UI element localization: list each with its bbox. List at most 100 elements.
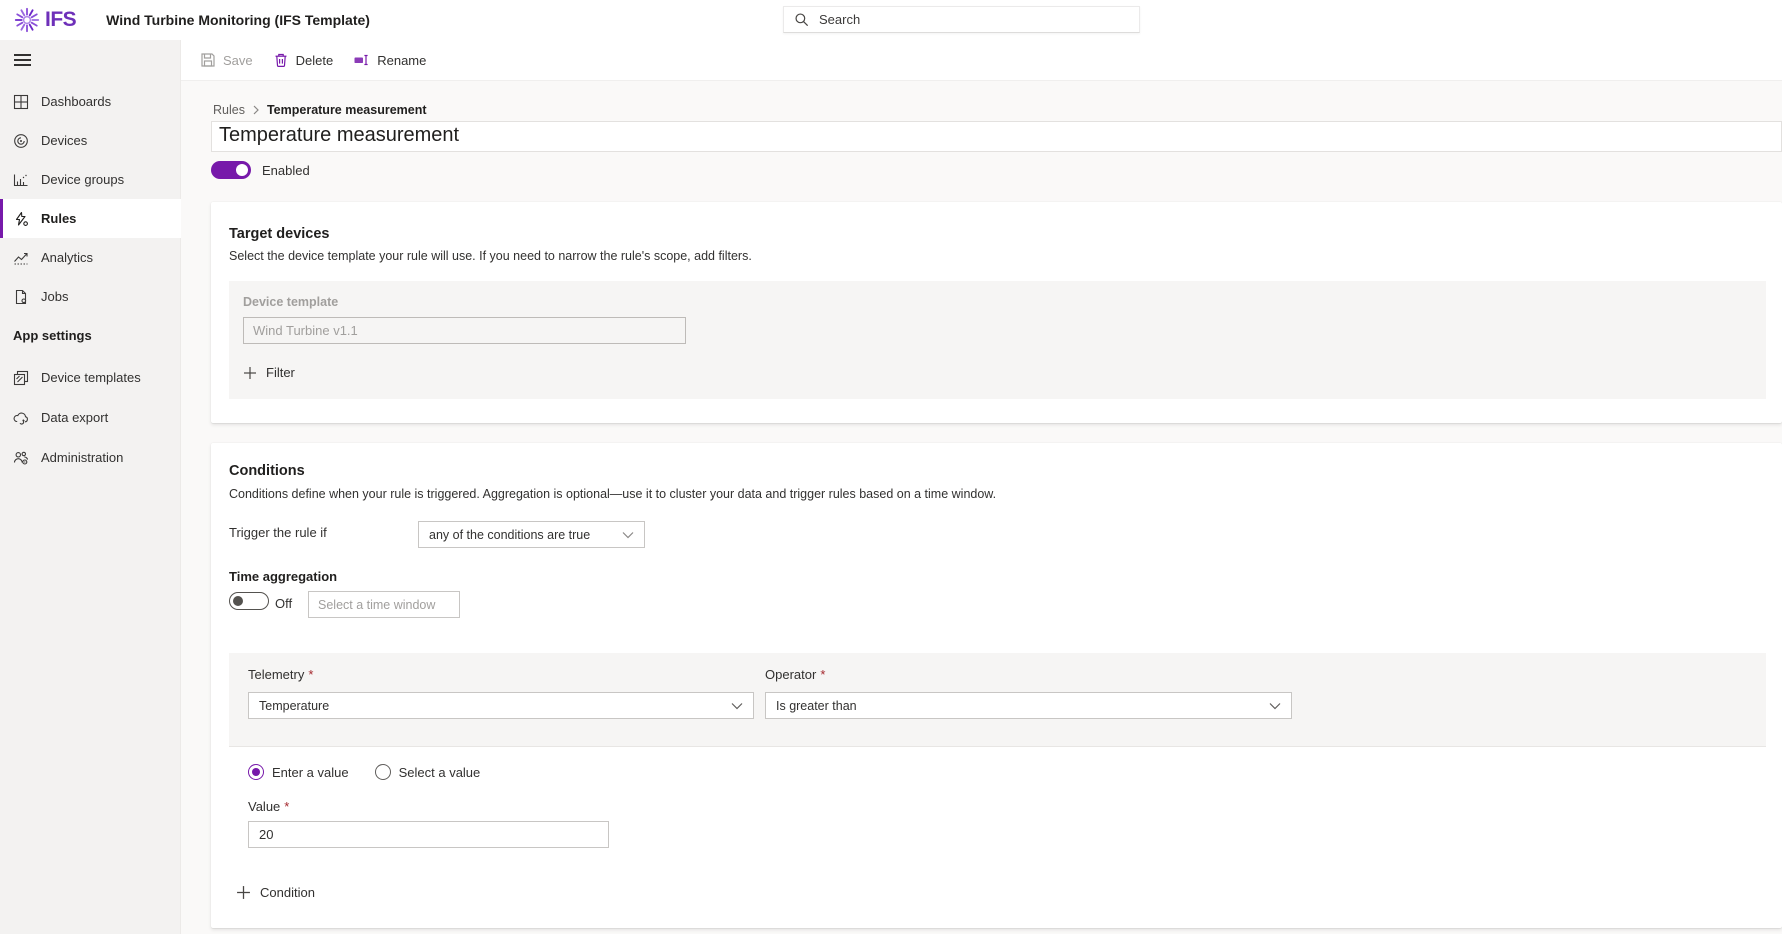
chevron-down-icon (1269, 702, 1281, 710)
analytics-icon (13, 250, 29, 266)
ifs-logo-icon (12, 5, 42, 35)
sidebar-item-label: Analytics (41, 250, 93, 265)
add-filter-button[interactable]: Filter (243, 365, 295, 380)
main-content: Rules Temperature measurement Enabled Ta… (181, 81, 1782, 934)
save-label: Save (223, 53, 253, 68)
trigger-rule-label: Trigger the rule if (229, 525, 327, 540)
target-devices-description: Select the device template your rule wil… (229, 249, 752, 263)
app-title: Wind Turbine Monitoring (IFS Template) (106, 12, 370, 28)
operator-dropdown[interactable]: Is greater than (765, 692, 1292, 719)
sidebar-item-jobs[interactable]: Jobs (0, 277, 181, 316)
data-export-icon (13, 410, 29, 426)
sidebar-item-analytics[interactable]: Analytics (0, 238, 181, 277)
delete-button[interactable]: Delete (263, 47, 344, 73)
operator-label: Operator* (765, 667, 825, 682)
breadcrumb-current: Temperature measurement (267, 103, 427, 117)
administration-icon (13, 450, 29, 466)
sidebar-item-label: Device templates (41, 370, 141, 385)
value-label: Value* (248, 799, 289, 814)
condition-block: Telemetry* Temperature Operator* Is grea… (229, 653, 1766, 868)
value-input[interactable] (248, 821, 609, 848)
enabled-label: Enabled (262, 163, 310, 178)
sidebar-item-rules[interactable]: Rules (0, 199, 181, 238)
device-groups-icon (13, 172, 29, 188)
save-button[interactable]: Save (190, 47, 263, 73)
add-filter-label: Filter (266, 365, 295, 380)
sidebar-item-devices[interactable]: Devices (0, 121, 181, 160)
time-aggregation-label: Time aggregation (229, 569, 337, 584)
breadcrumb-separator-icon (252, 105, 260, 115)
enter-value-label: Enter a value (272, 765, 349, 780)
enabled-toggle[interactable] (211, 161, 251, 179)
select-value-radio[interactable]: Select a value (375, 764, 481, 780)
value-mode-radio-group: Enter a value Select a value (248, 764, 480, 780)
device-template-label: Device template (243, 295, 338, 309)
telemetry-value: Temperature (259, 699, 329, 713)
rename-button[interactable]: Rename (343, 47, 436, 73)
device-template-input (243, 317, 686, 344)
search-icon (794, 12, 809, 27)
delete-icon (273, 52, 289, 68)
search-input[interactable] (817, 11, 1139, 28)
chevron-down-icon (731, 702, 743, 710)
select-value-label: Select a value (399, 765, 481, 780)
telemetry-label: Telemetry* (248, 667, 313, 682)
required-asterisk: * (820, 667, 825, 682)
conditions-title: Conditions (229, 463, 305, 479)
time-aggregation-toggle[interactable] (229, 592, 269, 610)
breadcrumb: Rules Temperature measurement (213, 103, 427, 117)
target-devices-title: Target devices (229, 226, 329, 242)
add-condition-button[interactable]: Condition (236, 885, 315, 900)
page-toolbar: Save Delete Rename (181, 40, 1782, 81)
sidebar-item-device-groups[interactable]: Device groups (0, 160, 181, 199)
search-box[interactable] (783, 6, 1140, 33)
rename-label: Rename (377, 53, 426, 68)
sidebar-item-label: Dashboards (41, 94, 111, 109)
dashboards-icon (13, 94, 29, 110)
save-icon (200, 52, 216, 68)
telemetry-dropdown[interactable]: Temperature (248, 692, 754, 719)
sidebar-item-label: Device groups (41, 172, 124, 187)
plus-icon (243, 366, 257, 380)
operator-value: Is greater than (776, 699, 857, 713)
brand-name: IFS (45, 8, 76, 32)
sidebar-item-label: Data export (41, 410, 108, 425)
trigger-condition-dropdown[interactable]: any of the conditions are true (418, 521, 645, 548)
devices-icon (13, 133, 29, 149)
device-template-panel: Device template Filter (229, 281, 1766, 399)
enabled-row: Enabled (211, 161, 310, 179)
sidebar-item-dashboards[interactable]: Dashboards (0, 82, 181, 121)
radio-unselected-icon (375, 764, 391, 780)
conditions-card: Conditions Conditions define when your r… (211, 443, 1782, 928)
sidebar: Dashboards Devices Device groups Rules A… (0, 40, 181, 934)
condition-fields: Telemetry* Temperature Operator* Is grea… (229, 653, 1766, 747)
sidebar-item-data-export[interactable]: Data export (0, 398, 181, 437)
trigger-condition-value: any of the conditions are true (429, 528, 590, 542)
time-window-placeholder: Select a time window (318, 598, 435, 612)
rule-name-input[interactable] (211, 121, 1782, 152)
top-app-bar: IFS Wind Turbine Monitoring (IFS Templat… (0, 0, 1782, 40)
sidebar-item-label: Jobs (41, 289, 68, 304)
time-window-dropdown: Select a time window (308, 591, 460, 618)
chevron-down-icon (622, 531, 634, 539)
add-condition-label: Condition (260, 885, 315, 900)
menu-toggle-button[interactable] (11, 48, 35, 70)
jobs-icon (13, 289, 29, 305)
enter-value-radio[interactable]: Enter a value (248, 764, 349, 780)
conditions-description: Conditions define when your rule is trig… (229, 487, 996, 501)
sidebar-item-administration[interactable]: Administration (0, 438, 181, 477)
time-aggregation-state: Off (275, 596, 292, 611)
sidebar-section-app-settings: App settings (13, 328, 92, 343)
breadcrumb-rules-link[interactable]: Rules (213, 103, 245, 117)
required-asterisk: * (284, 799, 289, 814)
sidebar-item-device-templates[interactable]: Device templates (0, 358, 181, 397)
sidebar-item-label: Rules (41, 211, 76, 226)
sidebar-item-label: Devices (41, 133, 87, 148)
sidebar-item-label: Administration (41, 450, 123, 465)
condition-value-section: Enter a value Select a value Value* (229, 748, 1766, 868)
target-devices-card: Target devices Select the device templat… (211, 202, 1782, 423)
radio-selected-icon (248, 764, 264, 780)
app-logo[interactable]: IFS (12, 5, 76, 35)
plus-icon (236, 885, 251, 900)
rename-icon (353, 52, 370, 68)
